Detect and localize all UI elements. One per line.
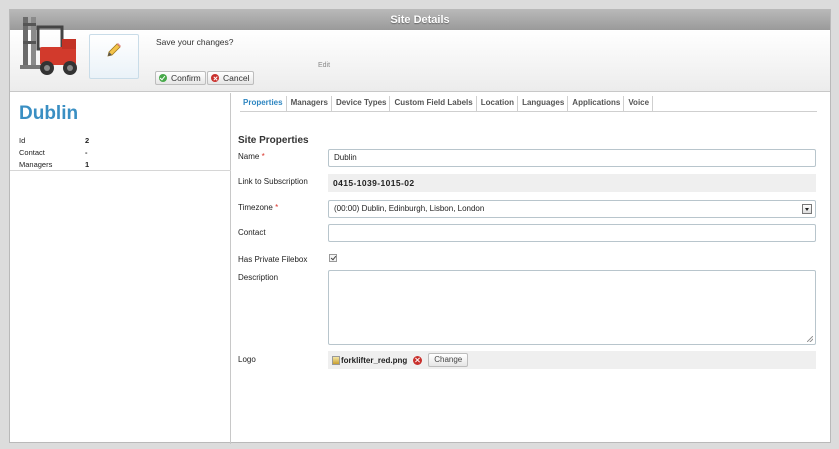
confirm-button[interactable]: Confirm <box>155 71 206 85</box>
edit-button[interactable]: Edit <box>89 34 330 79</box>
info-value: 2 <box>85 136 90 145</box>
tab-properties[interactable]: Properties <box>240 96 287 111</box>
cancel-button[interactable]: Cancel <box>207 71 255 85</box>
required-marker: * <box>261 152 265 161</box>
site-details-window: Site Details Edit Save your changes? Con… <box>9 9 831 444</box>
logo-file-row: forklifter_red.png Change <box>328 351 816 369</box>
change-button[interactable]: Change <box>428 353 469 367</box>
logo-filename[interactable]: forklifter_red.png <box>341 356 407 365</box>
tab-managers[interactable]: Managers <box>288 96 332 111</box>
site-summary-panel: Dublin Id 2 Contact - Managers 1 <box>10 93 231 444</box>
subscription-value: 0415-1039-1015-02 <box>328 174 816 192</box>
timezone-value: (00:00) Dublin, Edinburgh, Lisbon, Londo… <box>334 204 485 213</box>
info-key: Id <box>19 136 26 145</box>
tab-applications[interactable]: Applications <box>569 96 625 111</box>
window-title: Site Details <box>10 10 830 30</box>
filebox-label: Has Private Filebox <box>238 255 308 264</box>
timezone-select[interactable]: (00:00) Dublin, Edinburgh, Lisbon, Londo… <box>328 200 816 218</box>
subscription-label: Link to Subscription <box>238 177 308 186</box>
tab-location[interactable]: Location <box>478 96 519 111</box>
info-row: Contact - <box>19 148 219 160</box>
contact-input[interactable] <box>328 224 816 242</box>
divider <box>10 170 231 171</box>
tab-bar: Properties Managers Device Types Custom … <box>240 93 817 112</box>
edit-label: Edit <box>318 62 331 69</box>
save-prompt: Save your changes? <box>156 37 234 47</box>
info-key: Contact <box>19 148 45 157</box>
filebox-checkbox[interactable] <box>329 254 337 262</box>
tab-languages[interactable]: Languages <box>519 96 569 111</box>
name-label: Name * <box>238 152 265 161</box>
x-circle-icon <box>211 74 219 82</box>
contact-label: Contact <box>238 228 266 237</box>
tab-voice[interactable]: Voice <box>625 96 654 111</box>
name-label-text: Name <box>238 152 260 161</box>
description-label: Description <box>238 273 279 282</box>
timezone-label-text: Timezone <box>238 203 273 212</box>
image-file-icon <box>332 355 340 365</box>
forklift-icon <box>20 17 77 75</box>
tab-device-types[interactable]: Device Types <box>333 96 391 111</box>
confirm-label: Confirm <box>171 73 201 83</box>
site-name-heading: Dublin <box>19 103 79 124</box>
required-marker: * <box>275 203 279 212</box>
cancel-label: Cancel <box>223 73 250 83</box>
timezone-label: Timezone * <box>238 203 278 212</box>
chevron-down-icon[interactable] <box>802 204 812 214</box>
logo-label: Logo <box>238 355 256 364</box>
site-info-list: Id 2 Contact - Managers 1 <box>19 136 219 172</box>
section-title: Site Properties <box>238 135 309 146</box>
toolbar: Edit Save your changes? Confirm Cancel <box>10 17 830 92</box>
check-circle-icon <box>159 74 167 82</box>
tab-custom-field-labels[interactable]: Custom Field Labels <box>391 96 477 111</box>
resize-grip-icon[interactable] <box>807 336 813 342</box>
info-row: Id 2 <box>19 136 219 148</box>
pencil-icon <box>107 43 121 57</box>
remove-icon[interactable] <box>413 355 423 365</box>
description-textarea[interactable] <box>328 270 816 345</box>
name-input[interactable]: Dublin <box>328 149 816 167</box>
info-value: - <box>85 148 88 157</box>
